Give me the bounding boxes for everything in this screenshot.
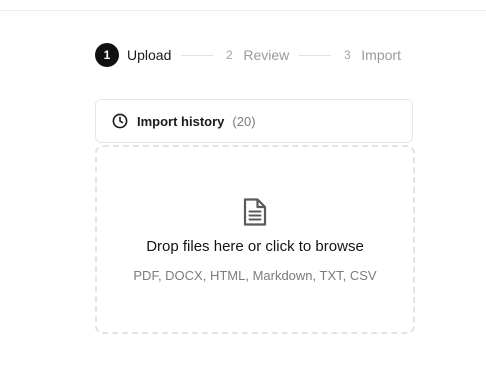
file-dropzone[interactable]: Drop files here or click to browse PDF, … [95, 145, 415, 334]
step-import[interactable]: 3 Import [341, 47, 401, 63]
dropzone-title: Drop files here or click to browse [146, 238, 364, 255]
import-history-button[interactable]: Import history (20) [95, 99, 413, 143]
step-label: Review [243, 47, 290, 63]
dropzone-supported-formats: PDF, DOCX, HTML, Markdown, TXT, CSV [133, 268, 377, 283]
import-stepper: 1 Upload 2 Review 3 Import [95, 43, 415, 67]
step-connector [181, 54, 214, 56]
step-number: 2 [226, 48, 233, 62]
top-divider [0, 0, 486, 11]
clock-icon [112, 113, 128, 129]
step-label: Import [361, 47, 401, 63]
step-upload[interactable]: 1 Upload [95, 43, 171, 67]
import-history-count: (20) [232, 113, 256, 129]
document-icon [240, 196, 270, 228]
step-number: 3 [343, 48, 351, 62]
step-connector [299, 54, 332, 56]
step-number-active: 1 [95, 43, 119, 67]
step-review[interactable]: 2 Review [223, 47, 289, 63]
step-label: Upload [127, 47, 172, 63]
import-history-label: Import history [137, 113, 225, 129]
